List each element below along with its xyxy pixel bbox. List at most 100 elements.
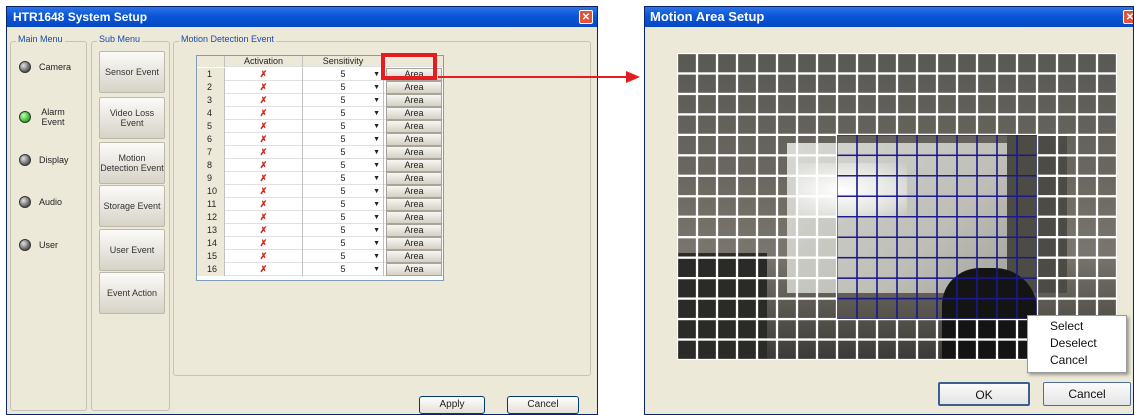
activation-checkbox[interactable]: ✗ (225, 94, 303, 107)
grid-cell[interactable] (976, 73, 998, 95)
grid-cell[interactable] (796, 175, 818, 197)
grid-cell[interactable] (677, 237, 698, 258)
grid-cell[interactable] (816, 298, 838, 320)
grid-cell[interactable] (1036, 277, 1058, 299)
grid-cell[interactable] (1076, 257, 1098, 279)
grid-cell[interactable] (677, 196, 698, 217)
sensitivity-select[interactable]: 5 ▼ (303, 159, 384, 172)
sensitivity-select[interactable]: 5 ▼ (303, 120, 384, 133)
grid-cell[interactable] (876, 114, 898, 136)
grid-cell[interactable] (836, 53, 858, 74)
grid-cell[interactable] (976, 339, 998, 360)
grid-cell[interactable] (1036, 237, 1058, 258)
grid-cell[interactable] (816, 175, 838, 197)
grid-cell[interactable] (816, 257, 838, 279)
grid-cell[interactable] (956, 318, 978, 340)
grid-cell[interactable] (996, 339, 1018, 360)
grid-cell[interactable] (1056, 134, 1078, 156)
grid-cell[interactable] (936, 114, 958, 136)
grid-cell[interactable] (1076, 93, 1098, 115)
grid-cell[interactable] (1056, 53, 1078, 74)
grid-cell[interactable] (1076, 155, 1098, 176)
grid-cell[interactable] (756, 277, 778, 299)
sub-menu-storage-event[interactable]: Storage Event (99, 185, 165, 227)
area-button[interactable]: Area (386, 94, 442, 107)
activation-checkbox[interactable]: ✗ (225, 146, 303, 159)
grid-cell[interactable] (677, 175, 698, 197)
grid-cell[interactable] (1096, 277, 1117, 299)
motion-area-grid[interactable] (677, 53, 1117, 360)
grid-cell[interactable] (1096, 155, 1117, 176)
grid-cell[interactable] (696, 339, 718, 360)
grid-cell[interactable] (996, 114, 1018, 136)
grid-cell[interactable] (716, 257, 738, 279)
activation-checkbox[interactable]: ✗ (225, 81, 303, 94)
grid-cell[interactable] (936, 53, 958, 74)
grid-cell[interactable] (816, 339, 838, 360)
grid-cell[interactable] (677, 339, 698, 360)
sensitivity-select[interactable]: 5 ▼ (303, 185, 384, 198)
grid-cell[interactable] (716, 237, 738, 258)
grid-cell[interactable] (876, 318, 898, 340)
grid-cell[interactable] (976, 114, 998, 136)
grid-cell[interactable] (916, 73, 938, 95)
grid-cell[interactable] (916, 114, 938, 136)
grid-cell[interactable] (696, 114, 718, 136)
grid-cell[interactable] (836, 73, 858, 95)
grid-cell[interactable] (1036, 196, 1058, 217)
grid-cell[interactable] (1056, 73, 1078, 95)
grid-cell[interactable] (716, 93, 738, 115)
grid-cell[interactable] (716, 298, 738, 320)
grid-cell[interactable] (1076, 237, 1098, 258)
grid-cell[interactable] (696, 298, 718, 320)
grid-cell[interactable] (876, 53, 898, 74)
grid-cell[interactable] (1096, 93, 1117, 115)
grid-cell[interactable] (1036, 257, 1058, 279)
grid-cell[interactable] (677, 318, 698, 340)
grid-cell[interactable] (876, 93, 898, 115)
grid-cell[interactable] (896, 339, 918, 360)
main-menu-user[interactable]: User (19, 233, 83, 257)
grid-cell[interactable] (836, 93, 858, 115)
grid-cell[interactable] (896, 93, 918, 115)
context-menu-cancel[interactable]: Cancel (1028, 352, 1126, 369)
main-menu-camera[interactable]: Camera (19, 55, 83, 79)
area-button[interactable]: Area (386, 211, 442, 224)
sensitivity-select[interactable]: 5 ▼ (303, 133, 384, 146)
grid-cell[interactable] (1036, 216, 1058, 238)
grid-cell[interactable] (856, 114, 878, 136)
activation-checkbox[interactable]: ✗ (225, 159, 303, 172)
grid-cell[interactable] (1036, 134, 1058, 156)
grid-cell[interactable] (756, 114, 778, 136)
grid-cell[interactable] (816, 155, 838, 176)
grid-cell[interactable] (1096, 175, 1117, 197)
grid-cell[interactable] (1036, 175, 1058, 197)
grid-cell[interactable] (936, 339, 958, 360)
sensitivity-select[interactable]: 5 ▼ (303, 224, 384, 237)
grid-cell[interactable] (856, 53, 878, 74)
grid-cell[interactable] (776, 134, 798, 156)
grid-cell[interactable] (876, 339, 898, 360)
grid-cell[interactable] (736, 114, 758, 136)
grid-cell[interactable] (776, 277, 798, 299)
area-button[interactable]: Area (386, 133, 442, 146)
grid-cell[interactable] (1036, 73, 1058, 95)
grid-cell[interactable] (1036, 155, 1058, 176)
activation-checkbox[interactable]: ✗ (225, 224, 303, 237)
area-button[interactable]: Area (386, 263, 442, 276)
grid-cell[interactable] (1096, 216, 1117, 238)
activation-checkbox[interactable]: ✗ (225, 211, 303, 224)
activation-checkbox[interactable]: ✗ (225, 185, 303, 198)
grid-cell[interactable] (716, 216, 738, 238)
grid-cell[interactable] (1056, 216, 1078, 238)
grid-cell[interactable] (796, 196, 818, 217)
grid-cell[interactable] (796, 73, 818, 95)
sensitivity-select[interactable]: 5 ▼ (303, 68, 384, 81)
grid-cell[interactable] (1096, 53, 1117, 74)
grid-cell[interactable] (1056, 277, 1078, 299)
grid-cell[interactable] (756, 155, 778, 176)
main-menu-display[interactable]: Display (19, 148, 83, 172)
sensitivity-select[interactable]: 5 ▼ (303, 250, 384, 263)
grid-cell[interactable] (696, 73, 718, 95)
sensitivity-select[interactable]: 5 ▼ (303, 211, 384, 224)
